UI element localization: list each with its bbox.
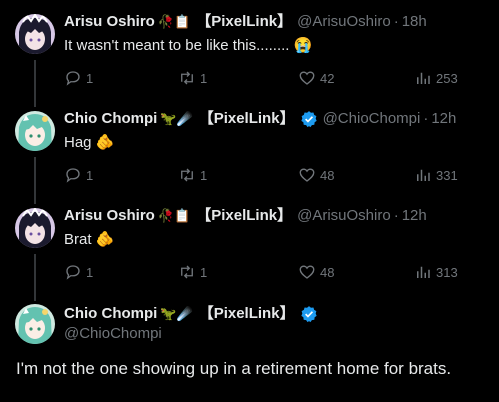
- view-count: 331: [436, 167, 458, 183]
- display-name[interactable]: Arisu Oshiro: [64, 206, 155, 226]
- handle[interactable]: @ArisuOshiro: [297, 206, 391, 226]
- like-count: 48: [320, 264, 335, 280]
- name-emojis: 🦖☄️: [160, 111, 193, 126]
- repost-count: 1: [200, 264, 208, 280]
- reply-button[interactable]: 1: [64, 165, 93, 185]
- reply-button[interactable]: 1: [64, 68, 93, 88]
- heart-icon: [299, 71, 315, 85]
- reply-count: 1: [86, 70, 94, 86]
- analytics-icon: [417, 72, 430, 84]
- timestamp[interactable]: 12h: [431, 109, 456, 129]
- avatar[interactable]: [15, 111, 55, 151]
- heart-icon: [299, 265, 315, 279]
- timestamp[interactable]: 12h: [402, 206, 427, 226]
- reply-icon: [66, 265, 80, 280]
- handle[interactable]: @ChioChompi: [323, 109, 421, 129]
- repost-icon: [181, 71, 193, 85]
- views-button[interactable]: 313: [414, 262, 458, 282]
- avatar[interactable]: [15, 14, 55, 54]
- view-count: 253: [436, 70, 458, 86]
- heart-icon: [299, 168, 315, 182]
- reply-count: 1: [86, 264, 94, 280]
- reply-button[interactable]: 1: [64, 262, 93, 282]
- tweet-text: Hag 🫵: [64, 134, 115, 151]
- display-name[interactable]: Arisu Oshiro: [64, 12, 155, 32]
- verified-badge-icon[interactable]: [300, 110, 318, 128]
- repost-icon: [181, 168, 193, 182]
- like-button[interactable]: 48: [298, 262, 334, 282]
- action-bar: 1 1 48 331: [64, 165, 464, 185]
- analytics-icon: [417, 266, 430, 278]
- handle[interactable]: @ArisuOshiro: [297, 12, 391, 32]
- name-tag: 【PixelLink】: [196, 207, 293, 224]
- tweet-text: I'm not the one showing up in a retireme…: [16, 359, 452, 378]
- name-emojis: 🥀📋: [157, 208, 191, 223]
- tweet[interactable]: Arisu Oshiro 🥀📋 【PixelLink】 @ArisuOshiro…: [0, 194, 499, 294]
- action-bar: 1 1 42 253: [64, 68, 464, 88]
- views-button[interactable]: 331: [414, 165, 458, 185]
- name-tag: 【PixelLink】: [198, 110, 295, 127]
- action-bar: 1 1 48 313: [64, 262, 464, 282]
- like-count: 48: [320, 167, 335, 183]
- analytics-icon: [417, 169, 430, 181]
- like-count: 42: [320, 70, 335, 86]
- like-button[interactable]: 48: [298, 165, 334, 185]
- tweet[interactable]: Chio Chompi 🦖☄️ 【PixelLink】 @ChioChompi …: [0, 97, 499, 197]
- tweet[interactable]: Arisu Oshiro 🥀📋 【PixelLink】 @ArisuOshiro…: [0, 0, 499, 100]
- repost-button[interactable]: 1: [178, 68, 207, 88]
- like-button[interactable]: 42: [298, 68, 334, 88]
- repost-count: 1: [200, 167, 208, 183]
- view-count: 313: [436, 264, 458, 280]
- name-emojis: 🥀📋: [157, 14, 191, 29]
- reply-count: 1: [86, 167, 94, 183]
- separator: ·: [393, 13, 399, 30]
- name-emojis: 🦖☄️: [160, 306, 193, 321]
- avatar[interactable]: [15, 304, 55, 344]
- separator: ·: [423, 110, 429, 127]
- tweet-text: Brat 🫵: [64, 231, 115, 248]
- display-name[interactable]: Chio Chompi: [64, 109, 157, 129]
- repost-button[interactable]: 1: [178, 165, 207, 185]
- timestamp[interactable]: 18h: [402, 12, 427, 32]
- views-button[interactable]: 253: [414, 68, 458, 88]
- reply-icon: [66, 71, 80, 86]
- repost-button[interactable]: 1: [178, 262, 207, 282]
- tweet-text: It wasn't meant to be like this........ …: [64, 37, 313, 54]
- verified-badge-icon[interactable]: [300, 305, 318, 323]
- display-name[interactable]: Chio Chompi: [64, 304, 157, 324]
- handle[interactable]: @ChioChompi: [64, 325, 162, 342]
- repost-count: 1: [200, 70, 208, 86]
- avatar[interactable]: [15, 208, 55, 248]
- name-tag: 【PixelLink】: [198, 305, 295, 322]
- name-tag: 【PixelLink】: [196, 13, 293, 30]
- repost-icon: [181, 265, 193, 279]
- separator: ·: [393, 207, 399, 224]
- reply-icon: [66, 168, 80, 183]
